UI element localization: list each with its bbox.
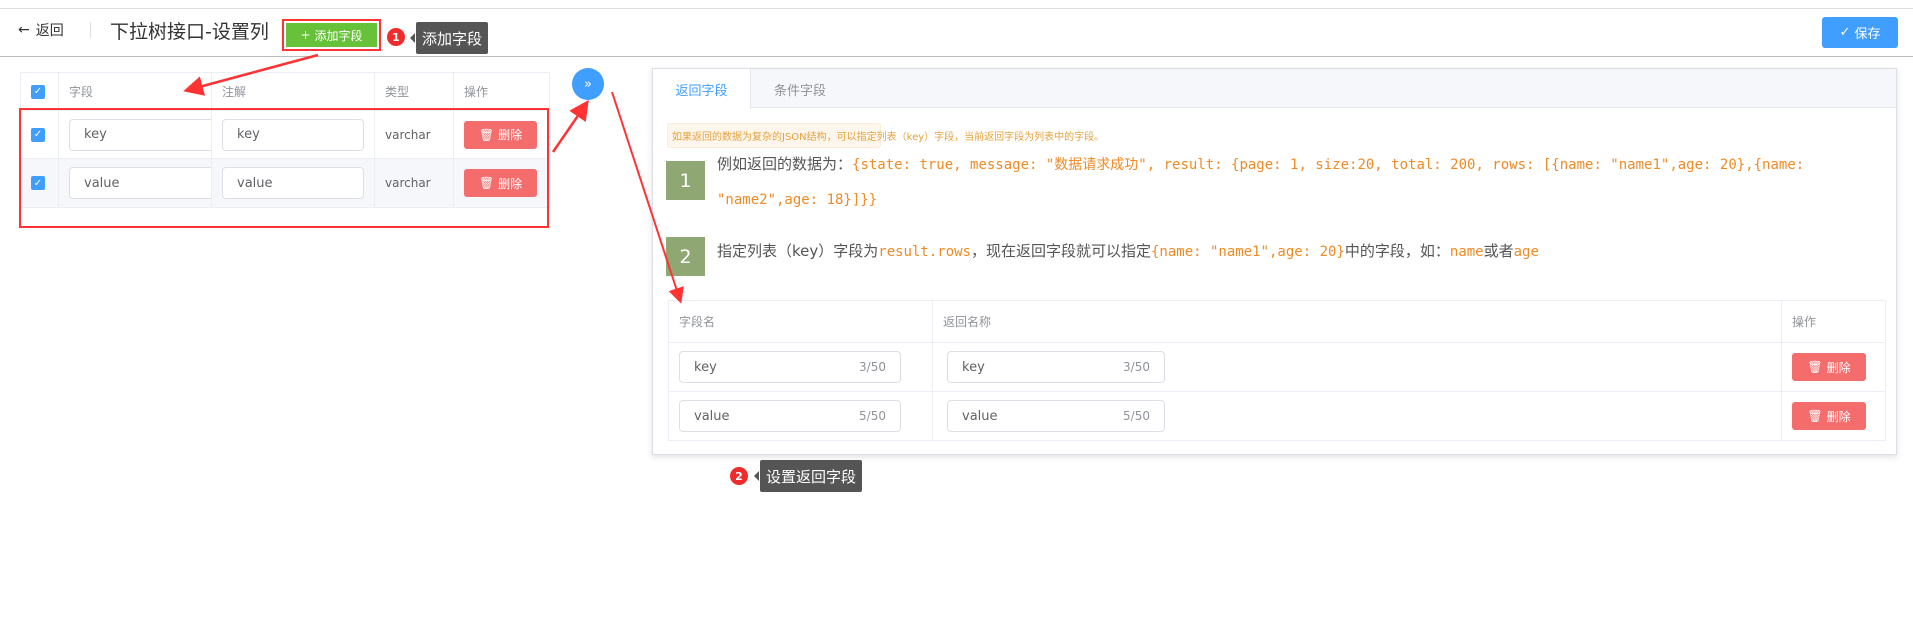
- arrow-annotation: [611, 91, 684, 304]
- annotation-arrows: [183, 53, 684, 304]
- arrow-annotation: [183, 53, 319, 96]
- arrow-annotation: [551, 99, 589, 153]
